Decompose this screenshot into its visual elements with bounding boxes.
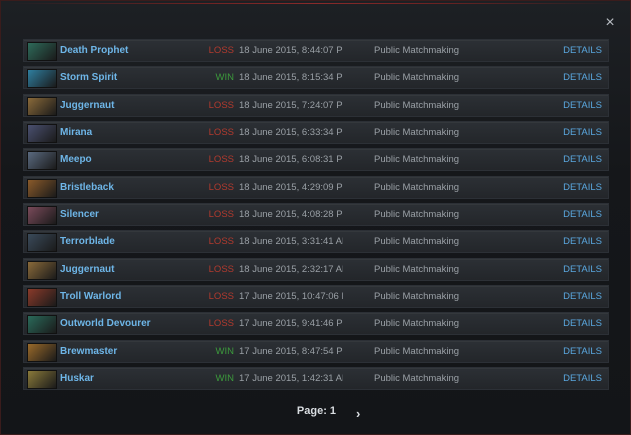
details-link[interactable]: DETAILS [563, 231, 602, 252]
match-row[interactable]: Meepo LOSS 18 June 2015, 6:08:31 PM Public … [23, 148, 609, 172]
match-result: LOSS [208, 209, 234, 221]
match-date: 18 June 2015, 8:44:07 PM [239, 45, 343, 56]
hero-name[interactable]: Huskar [60, 368, 94, 389]
match-date: 17 June 2015, 10:47:06 PM [239, 291, 343, 303]
hero-portrait [27, 96, 57, 116]
hero-name[interactable]: Storm Spirit [60, 67, 117, 88]
match-row[interactable]: Mirana LOSS 18 June 2015, 6:33:34 PM Public… [23, 121, 609, 145]
hero-portrait [27, 260, 57, 280]
match-mode: Public Matchmaking [374, 263, 460, 275]
hero-portrait [27, 370, 57, 390]
hero-name[interactable]: Meepo [60, 149, 92, 170]
details-link[interactable]: DETAILS [563, 149, 602, 170]
match-row[interactable]: Troll Warlord LOSS 17 June 2015, 10:47:06 … [23, 285, 609, 309]
match-result: LOSS [208, 99, 234, 111]
hero-portrait [27, 178, 57, 198]
hero-name[interactable]: Brewmaster [60, 341, 117, 362]
match-mode: Public Matchmaking [374, 345, 460, 357]
details-link[interactable]: DETAILS [563, 286, 602, 307]
match-result: LOSS [208, 127, 234, 139]
match-mode: Public Matchmaking [374, 373, 460, 385]
match-mode: Public Matchmaking [374, 99, 460, 111]
hero-portrait [27, 315, 57, 335]
match-row[interactable]: Juggernaut LOSS 18 June 2015, 7:24:07 PM Pu… [23, 93, 609, 117]
match-result: WIN [215, 72, 234, 84]
match-date: 17 June 2015, 1:42:31 AM [239, 373, 343, 385]
hero-name[interactable]: Death Prophet [60, 40, 128, 61]
match-mode: Public Matchmaking [374, 318, 460, 330]
match-history-panel: × Death Prophet LOSS 18 June 2015, 8:44:07… [0, 0, 631, 435]
match-list: Death Prophet LOSS 18 June 2015, 8:44:07 P… [23, 39, 609, 394]
match-date: 18 June 2015, 2:32:17 AM [239, 263, 343, 275]
panel-top-border [9, 3, 622, 4]
hero-name[interactable]: Terrorblade [60, 231, 115, 252]
hero-portrait [27, 233, 57, 253]
match-mode: Public Matchmaking [374, 45, 460, 56]
details-link[interactable]: DETAILS [563, 313, 602, 334]
match-row[interactable]: Huskar WIN 17 June 2015, 1:42:31 AM Public … [23, 367, 609, 391]
match-row[interactable]: Outworld Devourer LOSS 17 June 2015, 9:41:… [23, 312, 609, 336]
details-link[interactable]: DETAILS [563, 204, 602, 225]
hero-name[interactable]: Troll Warlord [60, 286, 121, 307]
details-link[interactable]: DETAILS [563, 40, 602, 61]
match-row[interactable]: Death Prophet LOSS 18 June 2015, 8:44:07 P… [23, 39, 609, 62]
match-date: 18 June 2015, 4:29:09 PM [239, 181, 343, 193]
match-result: LOSS [208, 181, 234, 193]
hero-portrait [27, 124, 57, 144]
match-result: LOSS [208, 291, 234, 303]
hero-portrait [27, 342, 57, 362]
match-mode: Public Matchmaking [374, 127, 460, 139]
details-link[interactable]: DETAILS [563, 95, 602, 116]
next-page-icon[interactable]: › [356, 407, 370, 421]
hero-portrait [27, 69, 57, 89]
hero-portrait [27, 42, 57, 61]
match-mode: Public Matchmaking [374, 236, 460, 248]
match-date: 18 June 2015, 6:33:34 PM [239, 127, 343, 139]
page-label: Page: 1 [296, 405, 337, 417]
match-date: 18 June 2015, 3:31:41 AM [239, 236, 343, 248]
match-date: 18 June 2015, 4:08:28 PM [239, 209, 343, 221]
match-result: WIN [215, 373, 234, 385]
match-row[interactable]: Terrorblade LOSS 18 June 2015, 3:31:41 AM P… [23, 230, 609, 254]
match-mode: Public Matchmaking [374, 181, 460, 193]
match-date: 18 June 2015, 8:15:34 PM [239, 72, 343, 84]
close-icon[interactable]: × [601, 14, 619, 32]
match-row[interactable]: Silencer LOSS 18 June 2015, 4:08:28 PM Publ… [23, 203, 609, 227]
match-result: LOSS [208, 154, 234, 166]
details-link[interactable]: DETAILS [563, 67, 602, 88]
match-result: LOSS [208, 45, 234, 56]
details-link[interactable]: DETAILS [563, 177, 602, 198]
details-link[interactable]: DETAILS [563, 368, 602, 389]
details-link[interactable]: DETAILS [563, 122, 602, 143]
hero-portrait [27, 151, 57, 171]
pager: Page: 1 [1, 405, 631, 417]
hero-portrait [27, 206, 57, 226]
match-mode: Public Matchmaking [374, 72, 460, 84]
hero-name[interactable]: Juggernaut [60, 95, 114, 116]
hero-name[interactable]: Bristleback [60, 177, 114, 198]
hero-name[interactable]: Mirana [60, 122, 92, 143]
hero-name[interactable]: Outworld Devourer [60, 313, 151, 334]
match-result: LOSS [208, 236, 234, 248]
match-date: 17 June 2015, 8:47:54 PM [239, 345, 343, 357]
match-date: 18 June 2015, 7:24:07 PM [239, 99, 343, 111]
hero-portrait [27, 288, 57, 308]
match-result: LOSS [208, 263, 234, 275]
hero-name[interactable]: Juggernaut [60, 259, 114, 280]
match-mode: Public Matchmaking [374, 209, 460, 221]
match-row[interactable]: Bristleback LOSS 18 June 2015, 4:29:09 PM P… [23, 175, 609, 199]
match-date: 18 June 2015, 6:08:31 PM [239, 154, 343, 166]
match-row[interactable]: Brewmaster WIN 17 June 2015, 8:47:54 PM Pub… [23, 339, 609, 363]
match-date: 17 June 2015, 9:41:46 PM [239, 318, 343, 330]
hero-name[interactable]: Silencer [60, 204, 99, 225]
match-row[interactable]: Storm Spirit WIN 18 June 2015, 8:15:34 PM P… [23, 66, 609, 90]
details-link[interactable]: DETAILS [563, 341, 602, 362]
match-mode: Public Matchmaking [374, 154, 460, 166]
match-result: LOSS [208, 318, 234, 330]
match-result: WIN [215, 345, 234, 357]
details-link[interactable]: DETAILS [563, 259, 602, 280]
match-mode: Public Matchmaking [374, 291, 460, 303]
match-row[interactable]: Juggernaut LOSS 18 June 2015, 2:32:17 AM Pu… [23, 257, 609, 281]
